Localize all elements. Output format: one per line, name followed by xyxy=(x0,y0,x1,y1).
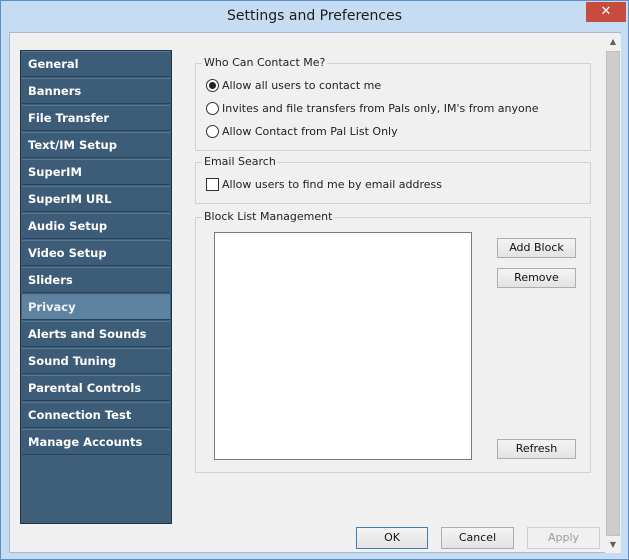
sidebar: General Banners File Transfer Text/IM Se… xyxy=(20,50,172,524)
find-by-email-checkbox-row[interactable]: Allow users to find me by email address xyxy=(206,176,442,192)
sidebar-item-superim[interactable]: SuperIM xyxy=(22,159,170,185)
sidebar-item-manage-accounts[interactable]: Manage Accounts xyxy=(22,429,170,455)
close-icon: ✕ xyxy=(600,4,612,19)
sidebar-item-audio-setup[interactable]: Audio Setup xyxy=(22,213,170,239)
ok-button[interactable]: OK xyxy=(356,527,428,549)
client-area: General Banners File Transfer Text/IM Se… xyxy=(9,32,621,553)
settings-window: Settings and Preferences ✕ General Banne… xyxy=(0,0,629,560)
find-by-email-label: Allow users to find me by email address xyxy=(222,177,443,191)
scroll-down-icon[interactable]: ▼ xyxy=(605,537,621,553)
scroll-thumb[interactable] xyxy=(606,51,620,536)
scroll-up-icon[interactable]: ▲ xyxy=(605,34,621,50)
sidebar-item-privacy[interactable]: Privacy xyxy=(22,294,170,320)
sidebar-item-video-setup[interactable]: Video Setup xyxy=(22,240,170,266)
title-bar[interactable]: Settings and Preferences ✕ xyxy=(1,1,628,32)
radio-pals-only-invites[interactable]: Invites and file transfers from Pals onl… xyxy=(206,100,539,116)
email-search-group-label: Email Search xyxy=(202,155,278,168)
sidebar-item-sound-tuning[interactable]: Sound Tuning xyxy=(22,348,170,374)
contact-group-label: Who Can Contact Me? xyxy=(202,56,328,69)
sidebar-item-connection-test[interactable]: Connection Test xyxy=(22,402,170,428)
find-by-email-checkbox[interactable] xyxy=(206,177,219,191)
radio-pal-list-only[interactable]: Allow Contact from Pal List Only xyxy=(206,123,398,139)
sidebar-item-banners[interactable]: Banners xyxy=(22,78,170,104)
radio-button[interactable] xyxy=(206,124,219,138)
sidebar-item-file-transfer[interactable]: File Transfer xyxy=(22,105,170,131)
vertical-scrollbar[interactable]: ▲ ▼ xyxy=(605,34,621,553)
radio-button[interactable] xyxy=(206,101,219,115)
sidebar-item-sliders[interactable]: Sliders xyxy=(22,267,170,293)
contact-group: Who Can Contact Me? Allow all users to c… xyxy=(195,56,591,151)
sidebar-item-alerts-and-sounds[interactable]: Alerts and Sounds xyxy=(22,321,170,347)
radio-label: Allow Contact from Pal List Only xyxy=(222,124,398,138)
cancel-button[interactable]: Cancel xyxy=(441,527,514,549)
sidebar-item-general[interactable]: General xyxy=(22,51,170,77)
window-title: Settings and Preferences xyxy=(227,8,402,24)
sidebar-item-parental-controls[interactable]: Parental Controls xyxy=(22,375,170,401)
radio-button-selected[interactable] xyxy=(206,78,219,92)
apply-button[interactable]: Apply xyxy=(527,527,600,549)
email-search-group: Email Search Allow users to find me by e… xyxy=(195,155,591,204)
sidebar-item-superim-url[interactable]: SuperIM URL xyxy=(22,186,170,212)
remove-button[interactable]: Remove xyxy=(497,268,576,288)
radio-label: Invites and file transfers from Pals onl… xyxy=(222,101,539,115)
add-block-button[interactable]: Add Block xyxy=(497,238,576,258)
radio-allow-all[interactable]: Allow all users to contact me xyxy=(206,77,381,93)
sidebar-item-text-im-setup[interactable]: Text/IM Setup xyxy=(22,132,170,158)
block-list-group-label: Block List Management xyxy=(202,210,335,223)
block-list-box[interactable] xyxy=(214,232,472,460)
refresh-button[interactable]: Refresh xyxy=(497,439,576,459)
close-button[interactable]: ✕ xyxy=(586,2,626,22)
block-list-group: Block List Management Add Block Remove R… xyxy=(195,210,591,473)
radio-label: Allow all users to contact me xyxy=(222,78,382,92)
